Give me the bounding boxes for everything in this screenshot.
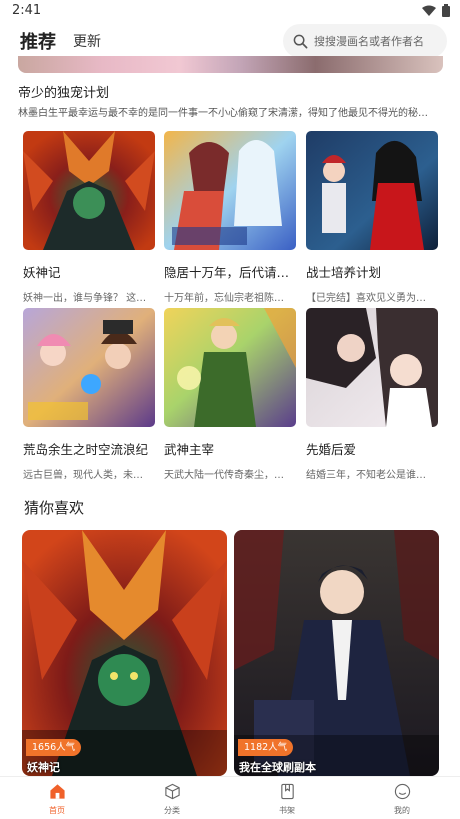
comic-title: 武神主宰 bbox=[164, 442, 215, 457]
comic-description: 十万年前，忘仙宗老祖陈… bbox=[164, 293, 284, 304]
recommend-card[interactable]: 1656人气 妖神记 bbox=[22, 530, 227, 776]
featured-description: 林墨白生平最幸运与最不幸的是同一件事一不小心偷窥了宋清潆，得知了他最见不得光的秘… bbox=[18, 108, 428, 119]
nav-label: 首页 bbox=[49, 806, 65, 815]
section-title-guess: 猜你喜欢 bbox=[24, 499, 85, 517]
comic-title: 妖神记 bbox=[23, 265, 61, 280]
nav-home[interactable]: 首页 bbox=[27, 783, 87, 816]
popularity-badge: 1656人气 bbox=[26, 739, 82, 756]
comic-card[interactable]: 隐居十万年，后代请… 十万年前，忘仙宗老祖陈… bbox=[164, 131, 296, 304]
comic-cover[interactable] bbox=[164, 308, 296, 427]
comic-cover[interactable] bbox=[23, 131, 155, 250]
comic-title: 荒岛余生之时空流浪纪 bbox=[23, 442, 149, 457]
nav-bookshelf[interactable]: 书架 bbox=[257, 783, 317, 816]
featured-title[interactable]: 帝少的独宠计划 bbox=[18, 82, 109, 101]
comic-description: 妖神一出，谁与争锋？ 这… bbox=[23, 293, 147, 304]
search-input[interactable]: 搜搜漫画名或者作者名 bbox=[283, 24, 447, 58]
search-icon bbox=[293, 34, 308, 48]
bookshelf-icon bbox=[280, 783, 294, 800]
bottom-navigation: 首页 分类 书架 我的 bbox=[0, 776, 460, 819]
comic-description: 结婚三年，不知老公是谁… bbox=[306, 470, 426, 481]
nav-label: 书架 bbox=[279, 806, 295, 815]
search-placeholder: 搜搜漫画名或者作者名 bbox=[314, 35, 424, 48]
comic-description: 【已完结】喜欢见义勇为… bbox=[306, 293, 426, 304]
battery-icon bbox=[442, 4, 450, 17]
recommend-title: 妖神记 bbox=[27, 761, 60, 774]
comic-card[interactable]: 妖神记 妖神一出，谁与争锋？ 这… bbox=[23, 131, 155, 304]
nav-profile[interactable]: 我的 bbox=[372, 783, 432, 816]
comic-card[interactable]: 战士培养计划 【已完结】喜欢见义勇为… bbox=[306, 131, 438, 304]
category-cube-icon bbox=[164, 783, 180, 800]
recommend-card[interactable]: 1182人气 我在全球刷副本 bbox=[234, 530, 439, 776]
top-header: 推荐 更新 搜搜漫画名或者作者名 bbox=[0, 22, 460, 58]
comic-cover[interactable] bbox=[23, 308, 155, 427]
comic-card[interactable]: 武神主宰 天武大陆一代传奇秦尘，… bbox=[164, 308, 296, 481]
home-icon bbox=[49, 784, 65, 799]
tab-update[interactable]: 更新 bbox=[73, 31, 101, 51]
status-bar: 2:41 bbox=[0, 0, 460, 22]
comic-description: 天武大陆一代传奇秦尘，… bbox=[164, 470, 284, 481]
nav-label: 我的 bbox=[394, 806, 410, 815]
tab-recommend[interactable]: 推荐 bbox=[20, 28, 56, 54]
comic-card[interactable]: 荒岛余生之时空流浪纪 远古巨兽，现代人类，未… bbox=[23, 308, 155, 481]
comic-title: 战士培养计划 bbox=[306, 265, 382, 280]
status-time: 2:41 bbox=[12, 3, 42, 18]
comic-cover[interactable] bbox=[306, 308, 438, 427]
comic-cover[interactable] bbox=[306, 131, 438, 250]
comic-card[interactable]: 先婚后爱 结婚三年，不知老公是谁… bbox=[306, 308, 438, 481]
wifi-icon bbox=[422, 5, 436, 16]
popularity-badge: 1182人气 bbox=[238, 739, 294, 756]
status-icons bbox=[422, 4, 450, 17]
nav-category[interactable]: 分类 bbox=[142, 783, 202, 816]
comic-cover[interactable] bbox=[164, 131, 296, 250]
banner-image[interactable] bbox=[18, 56, 443, 73]
comic-title: 先婚后爱 bbox=[306, 442, 357, 457]
profile-smile-icon bbox=[394, 783, 410, 800]
recommend-title: 我在全球刷副本 bbox=[239, 761, 316, 774]
nav-label: 分类 bbox=[164, 806, 180, 815]
comic-title: 隐居十万年，后代请… bbox=[164, 265, 290, 280]
comic-description: 远古巨兽，现代人类，未… bbox=[23, 470, 143, 481]
